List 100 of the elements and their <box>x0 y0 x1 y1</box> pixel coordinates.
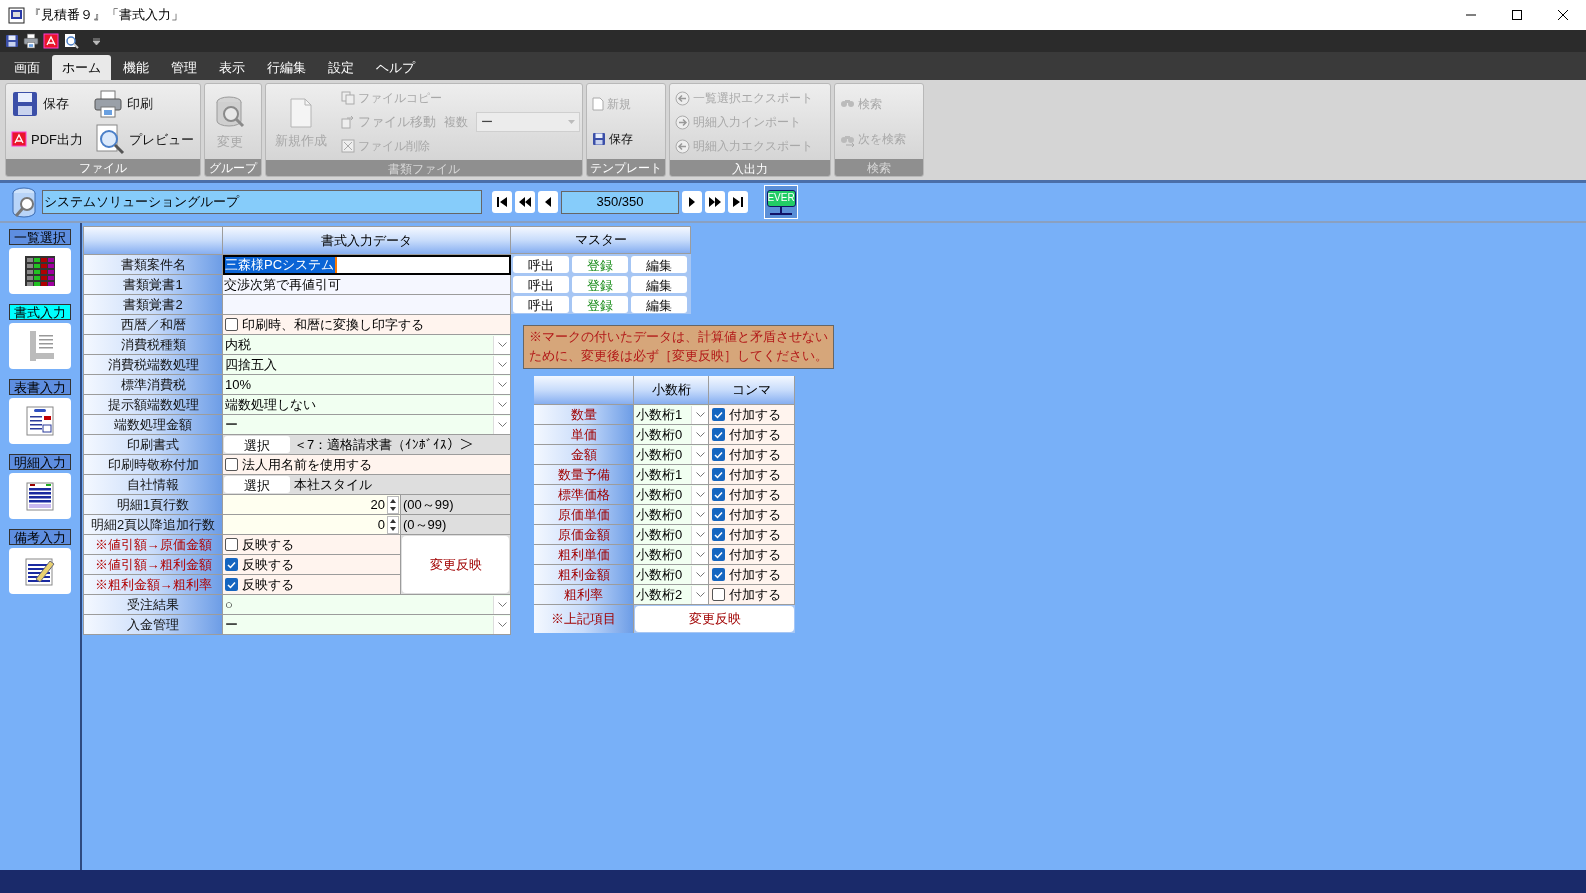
select-button[interactable]: 選択 <box>224 476 290 493</box>
master-button[interactable]: 登録 <box>572 255 628 273</box>
dropdown-field[interactable]: 小数桁0 <box>634 505 709 525</box>
spinner-icon[interactable] <box>387 495 399 514</box>
dropdown-field[interactable]: ー <box>223 415 511 435</box>
group-label: グループ <box>205 159 261 176</box>
dropdown-field[interactable]: 四捨五入 <box>223 355 511 375</box>
number-field[interactable]: 20 <box>370 494 385 515</box>
field-label: ※粗利金額→粗利率 <box>84 575 223 595</box>
sidebar-tab[interactable]: 一覧選択 <box>9 229 71 245</box>
number-field[interactable]: 0 <box>377 514 385 535</box>
selected-value: 本社スタイル <box>294 475 372 494</box>
apply-changes-button[interactable]: 変更反映 <box>402 536 509 593</box>
dropdown-field[interactable]: 小数桁0 <box>634 425 709 445</box>
sidebar-card[interactable] <box>9 398 71 444</box>
pdf-icon <box>43 33 59 49</box>
master-button[interactable]: 登録 <box>572 295 628 313</box>
next-record-icon[interactable] <box>682 191 702 213</box>
dropdown-field[interactable]: 端数処理しない <box>223 395 511 415</box>
dropdown-field[interactable]: ー <box>223 615 511 635</box>
checkbox[interactable] <box>712 428 725 441</box>
menu-tab[interactable]: ホーム <box>52 55 111 80</box>
next-page-icon[interactable] <box>705 191 725 213</box>
menu-tab[interactable]: 機能 <box>113 55 159 80</box>
pdf-icon <box>11 131 27 148</box>
customize-caret-icon[interactable] <box>93 37 100 45</box>
master-button[interactable]: 登録 <box>572 275 628 293</box>
menu-tab[interactable]: 画面 <box>4 55 50 80</box>
dropdown-field[interactable]: ○ <box>223 595 511 615</box>
dropdown-field[interactable]: 小数桁0 <box>634 565 709 585</box>
ribbon-button[interactable]: プレビュー <box>93 122 194 157</box>
last-record-icon[interactable] <box>728 191 748 213</box>
sidebar-card[interactable] <box>9 548 71 594</box>
checkbox[interactable] <box>712 408 725 421</box>
sidebar-card[interactable] <box>9 248 71 294</box>
ribbon-button[interactable]: 保存 <box>11 86 83 121</box>
checkbox[interactable] <box>712 528 725 541</box>
checkbox[interactable] <box>712 548 725 561</box>
row-label: 標準価格 <box>534 485 634 505</box>
apply-changes-button[interactable]: 変更反映 <box>635 606 794 632</box>
ribbon-button[interactable]: 印刷 <box>93 86 194 121</box>
ribbon-button[interactable]: PDF出力 <box>11 122 83 157</box>
first-record-icon[interactable] <box>492 191 512 213</box>
sidebar-tab[interactable]: 表書入力 <box>9 379 71 395</box>
sidebar-card[interactable] <box>9 473 71 519</box>
checkbox[interactable] <box>225 458 238 471</box>
toolbar-pdf-icon[interactable] <box>43 33 59 49</box>
toolbar-print-icon[interactable] <box>23 33 39 49</box>
menu-tab[interactable]: ヘルプ <box>366 55 425 80</box>
field-label: 標準消費税 <box>84 375 223 395</box>
master-button[interactable]: 編集 <box>631 275 687 293</box>
menu-tab[interactable]: 設定 <box>318 55 364 80</box>
sidebar-tab[interactable]: 備考入力 <box>9 529 71 545</box>
sidebar-tab[interactable]: 明細入力 <box>9 454 71 470</box>
dropdown-field[interactable]: 10% <box>223 375 511 395</box>
checkbox[interactable] <box>712 508 725 521</box>
toolbar-preview-icon[interactable] <box>63 33 79 49</box>
dropdown-field[interactable]: 小数桁0 <box>634 485 709 505</box>
select-button[interactable]: 選択 <box>224 436 290 453</box>
checkbox-label: 反映する <box>242 535 294 554</box>
row-label: 原価金額 <box>534 525 634 545</box>
checkbox[interactable] <box>225 578 238 591</box>
text-field[interactable] <box>223 295 511 315</box>
master-button[interactable]: 編集 <box>631 255 687 273</box>
checkbox[interactable] <box>712 448 725 461</box>
dropdown-field[interactable]: 小数桁0 <box>634 445 709 465</box>
previous-record-icon[interactable] <box>538 191 558 213</box>
checkbox[interactable] <box>712 488 725 501</box>
menu-tab[interactable]: 行編集 <box>257 55 316 80</box>
spinner-icon[interactable] <box>387 515 399 534</box>
toolbar-save-icon[interactable] <box>5 34 19 48</box>
row-label: 単価 <box>534 425 634 445</box>
sidebar-tab[interactable]: 書式入力 <box>9 304 71 320</box>
caret-icon <box>568 120 575 124</box>
master-button[interactable]: 編集 <box>631 295 687 313</box>
previous-page-icon[interactable] <box>515 191 535 213</box>
checkbox-label: 付加する <box>729 505 781 524</box>
dropdown-field[interactable]: 小数桁0 <box>634 545 709 565</box>
checkbox[interactable] <box>712 468 725 481</box>
checkbox-label: 付加する <box>729 485 781 504</box>
checkbox[interactable] <box>225 538 238 551</box>
dropdown-field[interactable]: 小数桁1 <box>634 405 709 425</box>
group-field[interactable]: システムソリューショングループ <box>42 190 482 214</box>
dropdown-field[interactable]: 小数桁0 <box>634 525 709 545</box>
text-field[interactable]: 交渉次第で再値引可 <box>223 275 511 295</box>
master-button[interactable]: 呼出 <box>513 275 569 293</box>
dropdown-field[interactable]: 内税 <box>223 335 511 355</box>
dropdown-field[interactable]: 小数桁1 <box>634 465 709 485</box>
checkbox[interactable] <box>225 318 238 331</box>
menu-tab[interactable]: 表示 <box>209 55 255 80</box>
dropdown-field[interactable]: 小数桁2 <box>634 585 709 605</box>
checkbox[interactable] <box>712 568 725 581</box>
checkbox[interactable] <box>225 558 238 571</box>
master-button[interactable]: 呼出 <box>513 255 569 273</box>
checkbox[interactable] <box>712 588 725 601</box>
ribbon-button[interactable]: 保存 <box>592 127 633 152</box>
menu-tab[interactable]: 管理 <box>161 55 207 80</box>
text-field[interactable]: 三森様PCシステム <box>223 255 511 275</box>
master-button[interactable]: 呼出 <box>513 295 569 313</box>
column-header: 書式入力データ <box>223 227 511 255</box>
